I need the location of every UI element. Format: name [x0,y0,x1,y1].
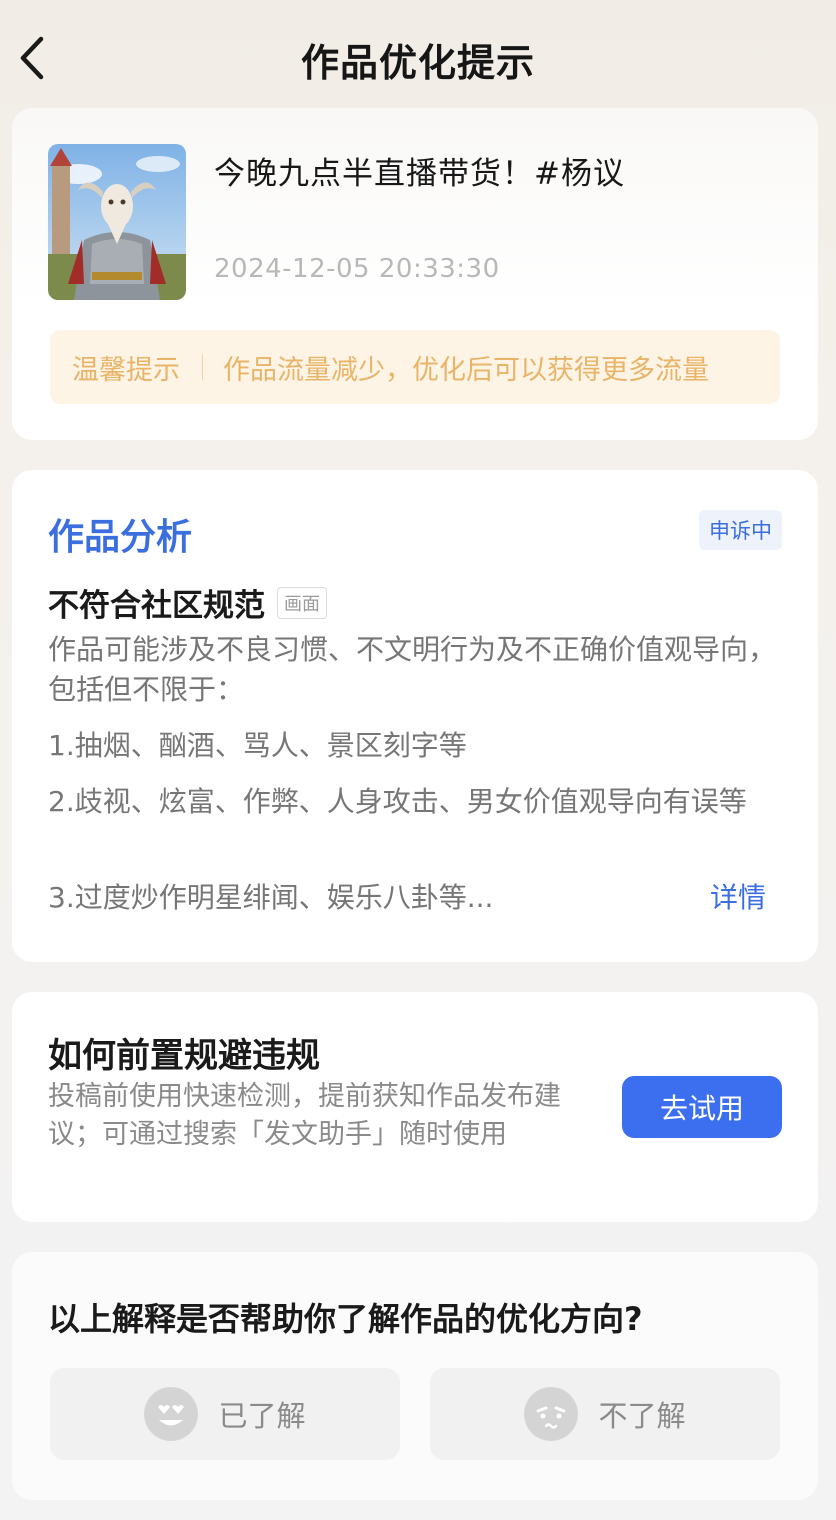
status-badge: 申诉中 [699,510,782,550]
analysis-item: 2.歧视、炫富、作弊、人身攻击、男女价值观导向有误等 [48,785,747,818]
analysis-description: 作品可能涉及不良习惯、不文明行为及不正确价值观导向，包括但不限于： [48,633,777,706]
analysis-item: 1.抽烟、酗酒、骂人、景区刻字等 [48,729,467,762]
feedback-question: 以上解释是否帮助你了解作品的优化方向? [48,1300,643,1338]
tip-label: 温馨提示 [72,354,180,386]
try-button[interactable]: 去试用 [622,1076,782,1138]
tip-banner: 温馨提示 作品流量减少，优化后可以获得更多流量 [50,330,780,404]
heart-eyes-emoji-icon [144,1387,199,1441]
violation-title: 不符合社区规范 [48,588,265,624]
page-title: 作品优化提示 [300,41,535,85]
avoid-description: 投稿前使用快速检测，提前获知作品发布建议；可通过搜索「发文助手」随时使用 [48,1081,561,1150]
not-understood-label: 不了解 [598,1399,686,1433]
avoid-card: 如何前置规避违规 投稿前使用快速检测，提前获知作品发布建议；可通过搜索「发文助手… [12,992,818,1222]
avoid-title: 如何前置规避违规 [48,1036,320,1076]
understood-label: 已了解 [218,1399,306,1433]
video-thumbnail[interactable] [48,144,186,300]
video-timestamp: 2024-12-05 20:33:30 [214,254,500,284]
analysis-item: 3.过度炒作明星绯闻、娱乐八卦等... [48,881,494,914]
understood-button[interactable]: 已了解 [50,1368,400,1460]
confused-emoji-icon [524,1387,579,1441]
analysis-title: 作品分析 [48,517,193,558]
detail-link[interactable]: 详情 [710,878,766,918]
not-understood-button[interactable]: 不了解 [430,1368,780,1460]
header: 作品优化提示 [0,0,836,112]
tip-divider [202,354,203,380]
tip-text: 作品流量减少，优化后可以获得更多流量 [223,354,709,386]
feedback-card: 以上解释是否帮助你了解作品的优化方向? 已了解 不了解 [12,1252,818,1500]
violation-tag: 画面 [277,586,327,619]
violation-heading: 不符合社区规范 画面 [48,580,327,625]
analysis-card: 作品分析 申诉中 不符合社区规范 画面 作品可能涉及不良习惯、不文明行为及不正确… [12,470,818,962]
video-card[interactable]: 今晚九点半直播带货！#杨议 2024-12-05 20:33:30 温馨提示 作… [12,108,818,440]
video-title: 今晚九点半直播带货！#杨议 [214,156,625,192]
